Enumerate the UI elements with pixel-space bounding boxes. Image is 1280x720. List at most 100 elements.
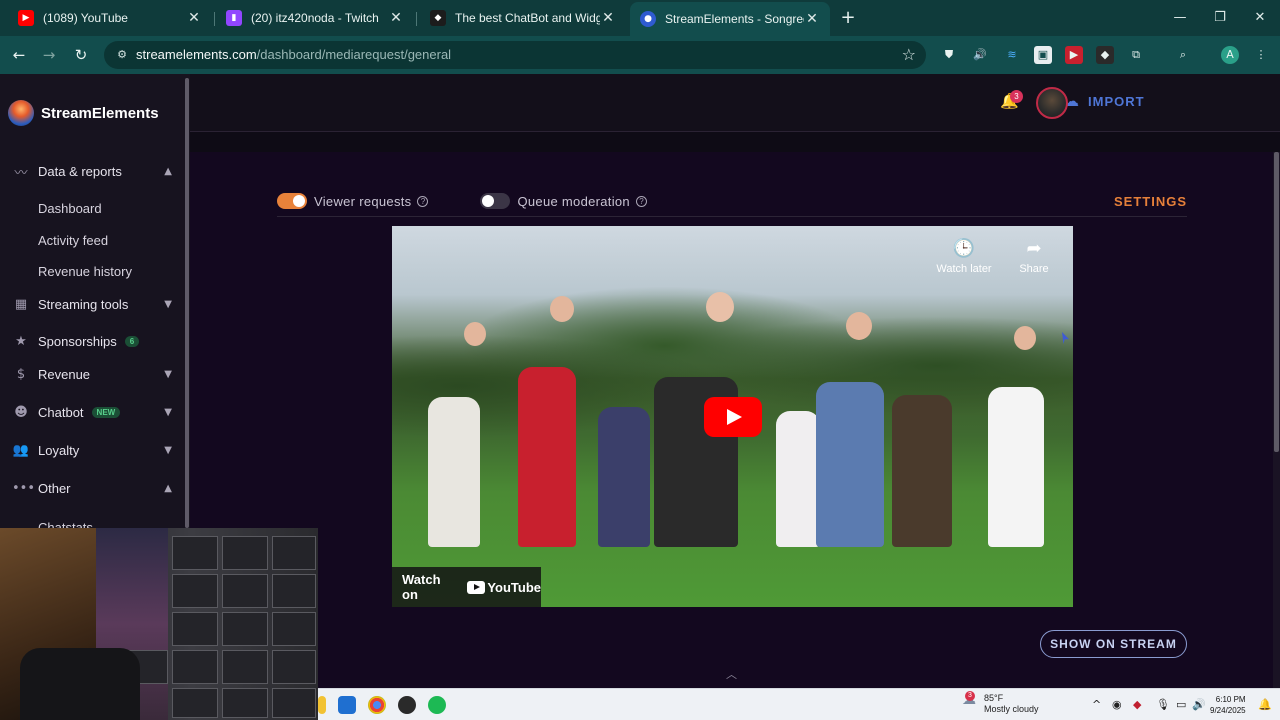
menu-kebab-icon[interactable]: ⋮ bbox=[1252, 46, 1270, 64]
sidebar-item-label: Loyalty bbox=[38, 443, 80, 458]
weather-desc: Mostly cloudy bbox=[984, 704, 1039, 714]
sidebar-item-sponsorships[interactable]: ★ Sponsorships 6 bbox=[12, 334, 172, 349]
browser-tab-bar: ▶ (1089) YouTube ✕ ▮ (20) itz420noda - T… bbox=[0, 0, 1280, 36]
webcam-shelf bbox=[272, 650, 316, 684]
volume-icon[interactable]: 🔊 bbox=[1192, 698, 1206, 711]
video-scene-person bbox=[598, 407, 650, 547]
notification-center-icon[interactable]: 🔔 bbox=[1258, 698, 1272, 711]
sidebar-item-dashboard[interactable]: Dashboard bbox=[38, 201, 102, 216]
chevron-up-icon: ▲ bbox=[164, 166, 172, 177]
close-icon[interactable]: ✕ bbox=[388, 10, 404, 26]
close-icon[interactable]: ✕ bbox=[600, 10, 616, 26]
file-explorer-icon[interactable] bbox=[318, 696, 326, 714]
youtube-video-player[interactable]: 🕒 Watch later ➦ Share Watch on YouTube bbox=[392, 226, 1073, 607]
tab-chatbot[interactable]: ◆ The best ChatBot and Widgets ✕ bbox=[420, 4, 626, 32]
sidebar-item-label: Other bbox=[38, 481, 71, 496]
show-on-stream-button[interactable]: SHOW ON STREAM bbox=[1040, 630, 1187, 658]
chrome-icon[interactable] bbox=[368, 696, 386, 714]
watch-on-youtube-button[interactable]: Watch on YouTube bbox=[392, 567, 541, 607]
new-badge: NEW bbox=[91, 407, 121, 418]
sidebar-item-revenue[interactable]: $ Revenue ▼ bbox=[12, 367, 172, 382]
youtube-icon bbox=[467, 580, 486, 594]
back-icon[interactable]: ← bbox=[9, 45, 29, 65]
bookmark-star-icon[interactable]: ☆ bbox=[902, 45, 916, 64]
settings-button[interactable]: SETTINGS bbox=[1114, 194, 1187, 209]
video-scene-person bbox=[518, 367, 576, 547]
sidebar-item-data-reports[interactable]: 〰 Data & reports ▲ bbox=[12, 162, 172, 181]
help-icon[interactable]: ? bbox=[417, 195, 429, 207]
chevron-up-icon: ▲ bbox=[164, 483, 172, 494]
sidebar-item-activity-feed[interactable]: Activity feed bbox=[38, 233, 108, 248]
network-icon[interactable]: ▭ bbox=[1176, 698, 1186, 711]
viewer-requests-toggle[interactable] bbox=[277, 193, 307, 209]
sidebar-item-other[interactable]: ••• Other ▲ bbox=[12, 481, 172, 496]
user-avatar[interactable] bbox=[1036, 87, 1068, 119]
extensions-puzzle-icon[interactable]: ⧉ bbox=[1127, 46, 1145, 64]
cast-extension-icon[interactable]: ▣ bbox=[1034, 46, 1052, 64]
tab-youtube[interactable]: ▶ (1089) YouTube ✕ bbox=[8, 4, 212, 32]
webcam-shelf bbox=[172, 574, 218, 608]
share-button[interactable]: ➦ Share bbox=[1004, 238, 1064, 275]
play-button[interactable] bbox=[704, 397, 762, 437]
youtube-logo: YouTube bbox=[467, 580, 541, 595]
robot-icon: ☻ bbox=[14, 405, 28, 420]
toggle-knob bbox=[293, 195, 305, 207]
profile-avatar[interactable]: A bbox=[1221, 46, 1239, 64]
video-scene-person bbox=[846, 312, 872, 340]
tab-songrequest[interactable]: ● StreamElements - Songrequest ✕ bbox=[630, 2, 830, 36]
restore-icon[interactable]: ❐ bbox=[1210, 8, 1230, 28]
sidebar-scrollbar[interactable] bbox=[185, 78, 189, 528]
chevron-up-icon[interactable]: ^ bbox=[1092, 698, 1101, 711]
youtube-icon: ▶ bbox=[18, 10, 34, 26]
streamelements-extension-icon[interactable]: ◆ bbox=[1096, 46, 1114, 64]
watch-later-button[interactable]: 🕒 Watch later bbox=[934, 238, 994, 275]
window-close-icon[interactable]: ✕ bbox=[1250, 8, 1270, 28]
site-info-icon[interactable]: ⚙ bbox=[114, 47, 130, 63]
tab-twitch[interactable]: ▮ (20) itz420noda - Twitch ✕ bbox=[216, 4, 414, 32]
import-button[interactable]: ☁ IMPORT bbox=[1064, 92, 1145, 110]
chevron-up-icon[interactable]: ︿ bbox=[726, 666, 737, 682]
share-icon: ➦ bbox=[1026, 238, 1042, 259]
streamelements-logo-icon bbox=[8, 100, 34, 126]
webcam-shelf bbox=[222, 612, 268, 646]
address-bar[interactable]: ⚙ streamelements.com/dashboard/mediarequ… bbox=[104, 41, 926, 69]
close-icon[interactable]: ✕ bbox=[186, 10, 202, 26]
page-scrollbar[interactable] bbox=[1273, 152, 1280, 688]
close-icon[interactable]: ✕ bbox=[804, 11, 820, 27]
sidebar-item-revenue-history[interactable]: Revenue history bbox=[38, 264, 132, 279]
video-scene-person bbox=[706, 292, 734, 322]
help-icon[interactable]: ? bbox=[635, 195, 647, 207]
steam-icon[interactable]: ◉ bbox=[1112, 698, 1122, 711]
volume-extension-icon[interactable]: 🔊 bbox=[971, 46, 989, 64]
red-extension-icon[interactable]: ▶ bbox=[1065, 46, 1083, 64]
sidebar-item-streaming-tools[interactable]: ▦ Streaming tools ▼ bbox=[12, 297, 172, 312]
brand[interactable]: StreamElements bbox=[8, 100, 159, 126]
scrollbar-thumb[interactable] bbox=[1274, 152, 1279, 452]
shield-extension-icon[interactable]: ⛊ bbox=[940, 46, 958, 64]
header-subbar bbox=[190, 132, 1280, 152]
spotify-icon[interactable] bbox=[428, 696, 446, 714]
weather-widget[interactable]: ☁ 3 85°F Mostly cloudy bbox=[962, 691, 1039, 715]
microphone-icon[interactable]: 🎙 bbox=[1156, 698, 1170, 711]
new-tab-button[interactable]: + bbox=[838, 8, 858, 28]
webcam-shelf bbox=[222, 650, 268, 684]
sidebar-item-loyalty[interactable]: 👥 Loyalty ▼ bbox=[12, 443, 172, 458]
sidebar-item-chatbot[interactable]: ☻ Chatbot NEW ▼ bbox=[12, 405, 172, 420]
watch-on-label: Watch on bbox=[402, 572, 441, 602]
queue-moderation-toggle[interactable] bbox=[480, 193, 511, 209]
wifi-extension-icon[interactable]: ≋ bbox=[1003, 46, 1021, 64]
chevron-down-icon: ▼ bbox=[164, 407, 172, 418]
minimize-icon[interactable]: — bbox=[1170, 8, 1190, 28]
tab-search-icon[interactable]: ⌕ bbox=[1174, 46, 1192, 64]
forward-icon[interactable]: → bbox=[39, 45, 59, 65]
dots-icon: ••• bbox=[12, 481, 36, 496]
sidebar-item-label: Revenue bbox=[38, 367, 91, 382]
reload-icon[interactable]: ↻ bbox=[71, 45, 91, 65]
webcam-overlay bbox=[0, 528, 318, 720]
webcam-shelf bbox=[272, 688, 316, 718]
store-icon[interactable] bbox=[338, 696, 356, 714]
tray-app-icon[interactable]: ◆ bbox=[1133, 698, 1141, 711]
count-badge: 6 bbox=[124, 336, 140, 347]
app-icon[interactable] bbox=[398, 696, 416, 714]
system-clock[interactable]: 6:10 PM 9/24/2025 bbox=[1210, 694, 1246, 716]
